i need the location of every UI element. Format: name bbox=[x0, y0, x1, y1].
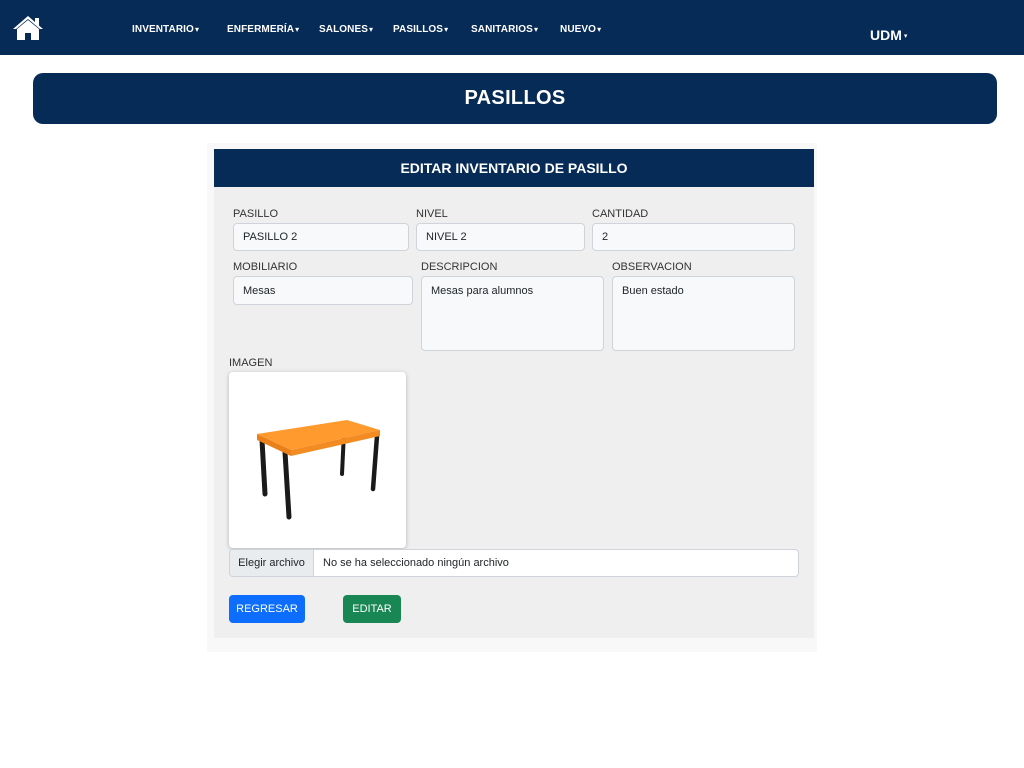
cantidad-value: 2 bbox=[602, 231, 609, 243]
edit-button[interactable]: EDITAR bbox=[343, 595, 401, 623]
chevron-down-icon: ▾ bbox=[369, 25, 374, 34]
user-menu[interactable]: UDM ▾ bbox=[870, 27, 907, 43]
item-image-preview bbox=[229, 372, 406, 548]
nivel-field[interactable]: NIVEL 2 bbox=[416, 223, 585, 251]
observacion-label: OBSERVACION bbox=[612, 261, 692, 273]
imagen-label: IMAGEN bbox=[229, 357, 273, 369]
nav-menu-label: INVENTARIO bbox=[132, 24, 194, 35]
nav-menu-enfermeria[interactable]: ENFERMERÍA▾ bbox=[227, 24, 299, 35]
cantidad-label: CANTIDAD bbox=[592, 208, 649, 220]
image-file-input[interactable]: Elegir archivo No se ha seleccionado nin… bbox=[229, 549, 799, 577]
nav-menu-sanitarios[interactable]: SANITARIOS▾ bbox=[471, 24, 538, 35]
chevron-down-icon: ▾ bbox=[295, 25, 300, 34]
page-title-bar: PASILLOS bbox=[33, 73, 997, 124]
nav-menu-inventario[interactable]: INVENTARIO▾ bbox=[132, 24, 199, 35]
descripcion-label: DESCRIPCION bbox=[421, 261, 498, 273]
user-menu-label: UDM bbox=[870, 27, 902, 43]
pasillo-value: PASILLO 2 bbox=[243, 231, 298, 243]
descripcion-value: Mesas para alumnos bbox=[431, 285, 534, 297]
nav-menu-label: SALONES bbox=[319, 24, 369, 35]
nivel-label: NIVEL bbox=[416, 208, 448, 220]
back-button[interactable]: REGRESAR bbox=[229, 595, 305, 623]
top-navbar: INVENTARIO▾ ENFERMERÍA▾ SALONES▾ PASILLO… bbox=[0, 0, 1024, 55]
mobiliario-value: Mesas bbox=[243, 284, 276, 297]
observacion-textarea[interactable]: Buen estado bbox=[612, 276, 795, 351]
mobiliario-label: MOBILIARIO bbox=[233, 261, 298, 273]
edit-form-card: EDITAR INVENTARIO DE PASILLO PASILLO PAS… bbox=[214, 149, 814, 638]
chevron-down-icon: ▾ bbox=[533, 25, 539, 34]
nav-menu-salones[interactable]: SALONES▾ bbox=[319, 24, 373, 35]
nav-menu-nuevo[interactable]: NUEVO▾ bbox=[560, 24, 601, 35]
file-status-text: No se ha seleccionado ningún archivo bbox=[323, 557, 509, 569]
nav-menu-pasillos[interactable]: PASILLOS▾ bbox=[393, 24, 448, 35]
nav-menu-label: PASILLOS bbox=[393, 24, 444, 35]
mobiliario-field[interactable]: Mesas bbox=[233, 276, 413, 305]
chevron-down-icon: ▾ bbox=[903, 33, 908, 40]
nivel-value: NIVEL 2 bbox=[426, 231, 467, 243]
cantidad-field[interactable]: 2 bbox=[592, 223, 795, 251]
page-title: PASILLOS bbox=[464, 87, 566, 109]
pasillo-label: PASILLO bbox=[233, 208, 279, 220]
chevron-down-icon: ▾ bbox=[597, 25, 602, 34]
nav-menu-label: NUEVO bbox=[560, 24, 597, 35]
card-title: EDITAR INVENTARIO DE PASILLO bbox=[400, 160, 628, 176]
card-header: EDITAR INVENTARIO DE PASILLO bbox=[214, 149, 814, 187]
table-image bbox=[257, 420, 380, 520]
chevron-down-icon: ▾ bbox=[194, 25, 200, 34]
choose-file-button[interactable]: Elegir archivo bbox=[230, 550, 314, 576]
pasillo-field[interactable]: PASILLO 2 bbox=[233, 223, 409, 251]
chevron-down-icon: ▾ bbox=[444, 25, 449, 34]
nav-menu-label: ENFERMERÍA bbox=[227, 24, 295, 35]
observacion-value: Buen estado bbox=[622, 285, 684, 297]
nav-menu-label: SANITARIOS bbox=[471, 24, 533, 35]
descripcion-textarea[interactable]: Mesas para alumnos bbox=[421, 276, 604, 351]
home-icon[interactable] bbox=[12, 14, 44, 42]
